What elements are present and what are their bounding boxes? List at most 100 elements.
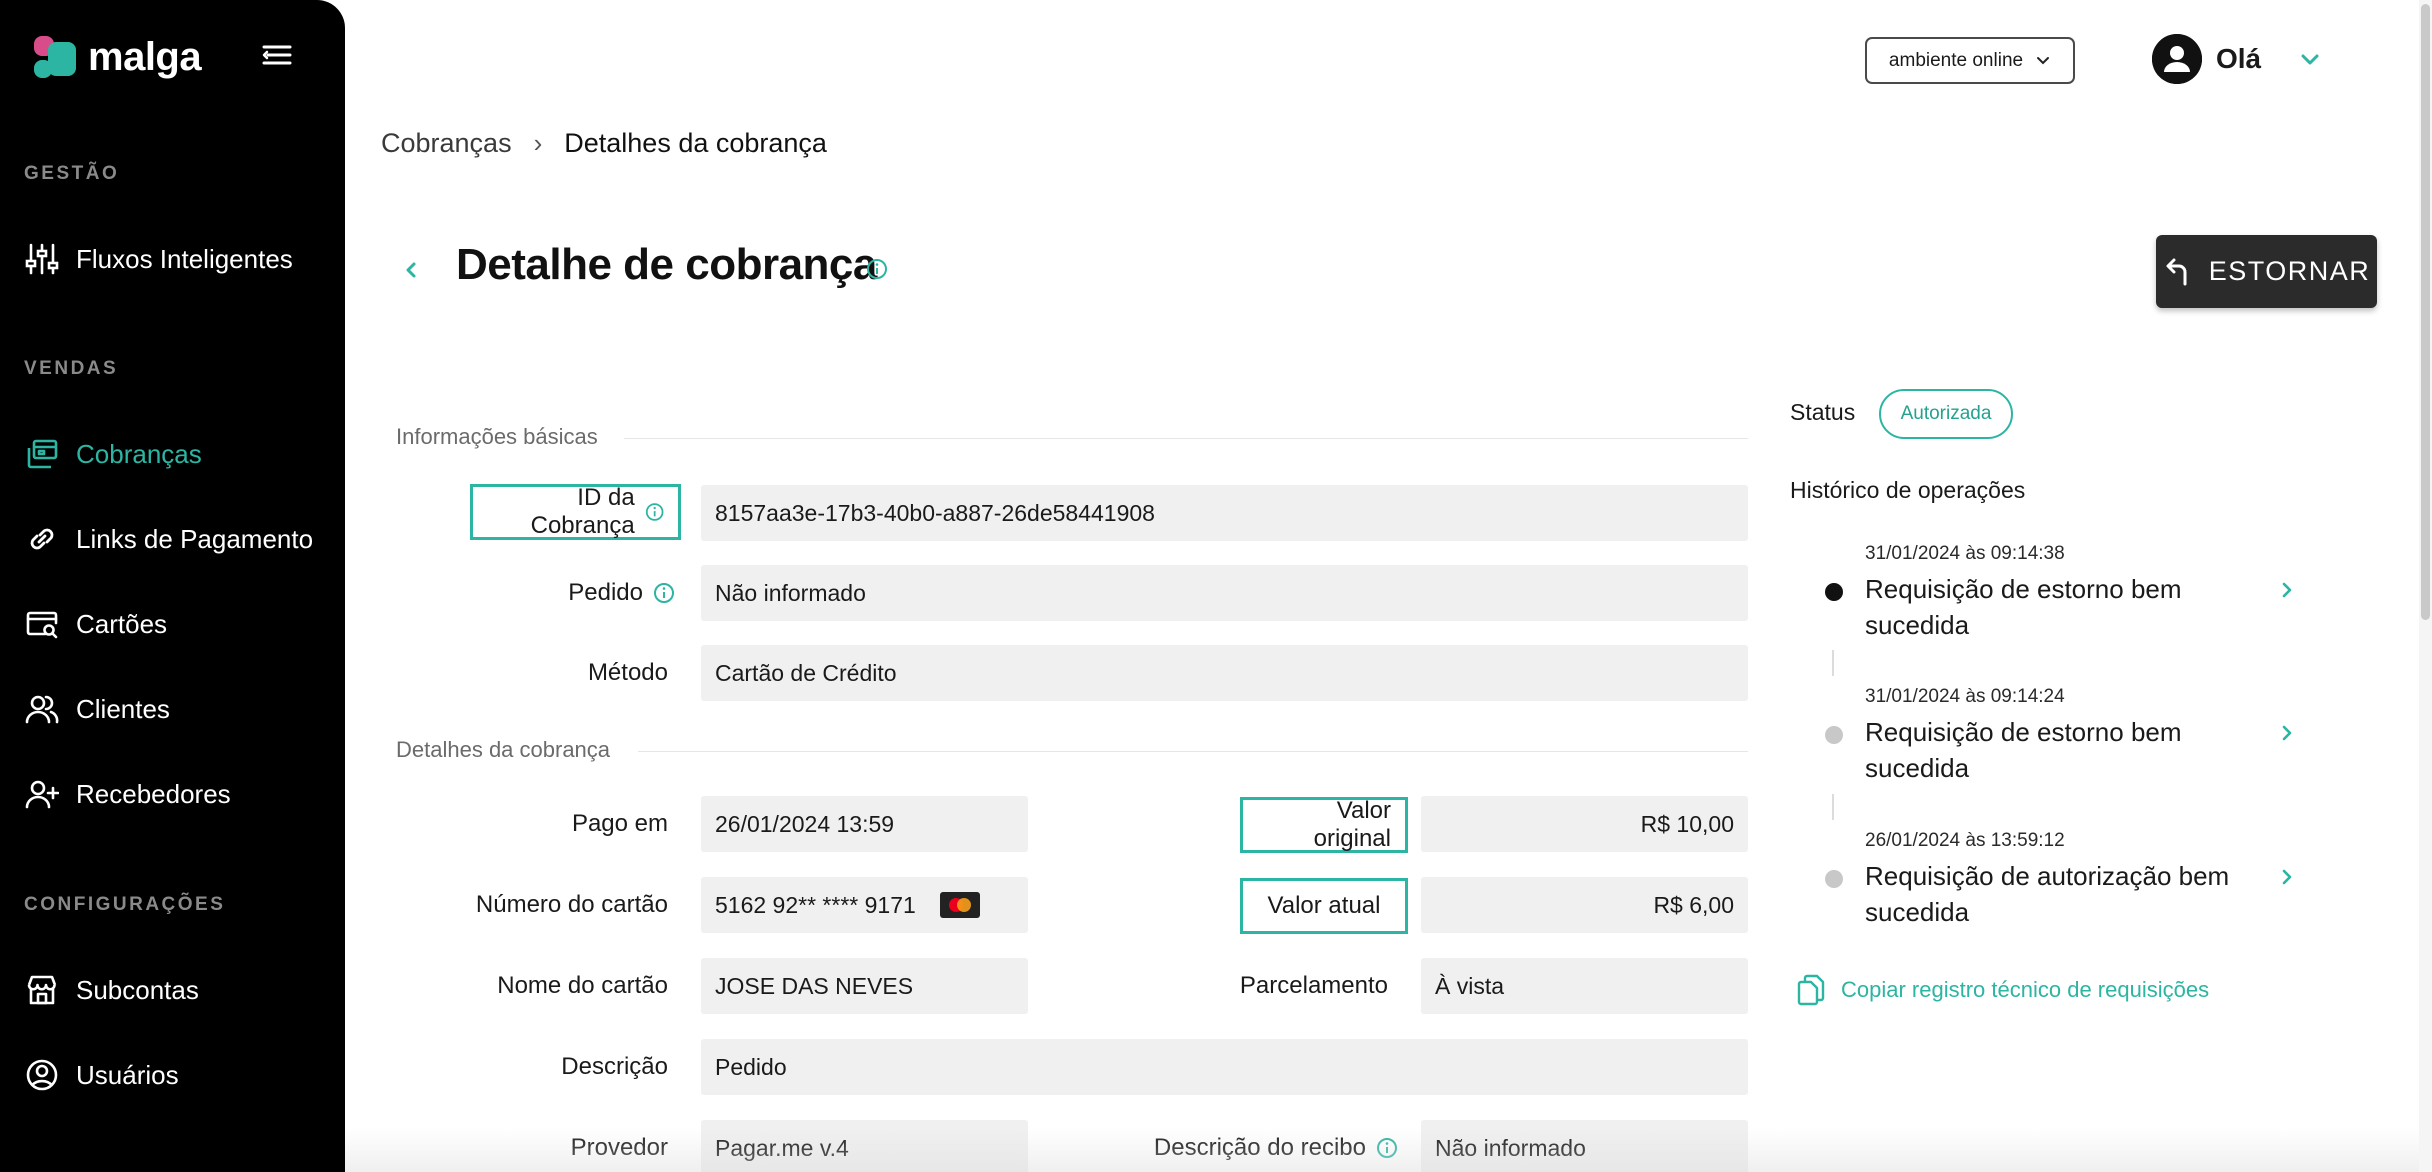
order-label: Pedido bbox=[470, 565, 675, 621]
copy-icon bbox=[1797, 974, 1825, 1006]
current-amount-field[interactable]: R$ 6,00 bbox=[1421, 877, 1748, 933]
breadcrumb-current: Detalhes da cobrança bbox=[564, 128, 827, 158]
title-info-icon[interactable] bbox=[866, 258, 888, 280]
method-label: Método bbox=[470, 645, 668, 701]
chevron-left-icon bbox=[406, 262, 416, 278]
breadcrumb: Cobranças › Detalhes da cobrança bbox=[381, 128, 827, 159]
history-item-date: 31/01/2024 às 09:14:24 bbox=[1865, 686, 2065, 707]
card-number-value: 5162 92** **** 9171 bbox=[715, 891, 916, 918]
original-amount-field[interactable]: R$ 10,00 bbox=[1421, 796, 1748, 852]
breadcrumb-cobrancas-link[interactable]: Cobranças bbox=[381, 128, 512, 159]
sidebar-item-label: Fluxos Inteligentes bbox=[76, 243, 293, 274]
timeline-connector bbox=[1832, 794, 1834, 820]
card-name-field[interactable]: JOSE DAS NEVES bbox=[701, 958, 1028, 1014]
timeline-connector bbox=[1832, 650, 1834, 676]
sidebar-item-clientes[interactable]: Clientes bbox=[24, 683, 324, 735]
page-scrollbar[interactable] bbox=[2419, 0, 2432, 1172]
description-field[interactable]: Pedido bbox=[701, 1039, 1748, 1095]
paid-at-field[interactable]: 26/01/2024 13:59 bbox=[701, 796, 1028, 852]
status-badge: Autorizada bbox=[1879, 389, 2013, 439]
info-icon[interactable] bbox=[645, 501, 664, 523]
sliders-icon bbox=[24, 241, 60, 277]
page-title: Detalhe de cobrança bbox=[456, 240, 877, 289]
provider-label-text: Provedor bbox=[570, 1134, 668, 1161]
order-field[interactable]: Não informado bbox=[701, 565, 1748, 621]
sidebar-section-configuracoes: CONFIGURAÇÕES bbox=[24, 894, 226, 915]
sidebar-item-label: Clientes bbox=[76, 693, 170, 724]
user-menu[interactable]: Olá bbox=[2152, 34, 2261, 84]
menu-toggle-button[interactable] bbox=[258, 40, 294, 70]
history-item[interactable]: 26/01/2024 às 13:59:12 Requisição de aut… bbox=[1800, 830, 2300, 940]
sidebar-item-usuarios[interactable]: Usuários bbox=[24, 1049, 324, 1101]
card-number-label-text: Número do cartão bbox=[475, 891, 668, 918]
sidebar-item-label: Cartões bbox=[76, 608, 168, 639]
sidebar-item-fluxos[interactable]: Fluxos Inteligentes bbox=[24, 233, 324, 285]
card-name-label: Nome do cartão bbox=[420, 958, 668, 1014]
copy-link-label: Copiar registro técnico de requisições bbox=[1841, 977, 2210, 1002]
breadcrumb-separator-icon: › bbox=[533, 128, 543, 158]
method-label-text: Método bbox=[587, 659, 668, 686]
logo[interactable]: malga bbox=[34, 34, 202, 80]
copy-technical-log-link[interactable]: Copiar registro técnico de requisições bbox=[1795, 974, 2209, 1006]
original-amount-label: Valor original bbox=[1240, 797, 1408, 853]
receipt-description-field[interactable]: Não informado bbox=[1421, 1120, 1748, 1172]
sidebar-item-recebedores[interactable]: Recebedores bbox=[24, 768, 324, 820]
section-title-charge-details: Detalhes da cobrança bbox=[396, 737, 611, 762]
history-item-text: Requisição de estorno bem sucedida bbox=[1865, 717, 2182, 783]
timeline-dot-icon bbox=[1825, 726, 1843, 744]
user-avatar-icon bbox=[2152, 34, 2202, 84]
chevron-down-icon bbox=[2301, 54, 2319, 65]
environment-select[interactable]: ambiente online bbox=[1865, 37, 2075, 84]
sidebar-item-label: Subcontas bbox=[76, 974, 199, 1005]
mastercard-icon bbox=[939, 892, 980, 918]
status-label: Status bbox=[1790, 399, 1856, 425]
card-name-label-text: Nome do cartão bbox=[497, 972, 668, 999]
users-icon bbox=[24, 691, 60, 727]
scrollbar-thumb[interactable] bbox=[2421, 4, 2430, 620]
link-icon bbox=[24, 521, 60, 557]
refund-button[interactable]: ESTORNAR bbox=[2156, 235, 2377, 308]
sidebar-item-cartoes[interactable]: Cartões bbox=[24, 598, 324, 650]
undo-arrow-icon bbox=[2166, 258, 2187, 285]
chevron-right-icon bbox=[2282, 869, 2292, 885]
method-field[interactable]: Cartão de Crédito bbox=[701, 645, 1748, 701]
store-icon bbox=[24, 972, 60, 1008]
section-divider bbox=[624, 438, 1748, 439]
malga-logo-icon bbox=[34, 36, 76, 78]
order-label-text: Pedido bbox=[568, 579, 643, 606]
section-title-basic-info: Informações básicas bbox=[396, 424, 598, 449]
sidebar-item-cobrancas[interactable]: Cobranças bbox=[24, 428, 324, 480]
current-amount-label-text: Valor atual bbox=[1267, 892, 1381, 919]
sidebar-item-links[interactable]: Links de Pagamento bbox=[24, 513, 324, 565]
sidebar: malga GESTÃO Fluxos Inteligentes VENDAS … bbox=[0, 0, 345, 1172]
history-item[interactable]: 31/01/2024 às 09:14:38 Requisição de est… bbox=[1800, 543, 2300, 653]
history-item-date: 31/01/2024 às 09:14:38 bbox=[1865, 543, 2065, 564]
user-menu-toggle[interactable] bbox=[2296, 46, 2324, 74]
installments-label-text: Parcelamento bbox=[1239, 972, 1388, 999]
chevron-right-icon bbox=[2282, 725, 2292, 741]
history-item[interactable]: 31/01/2024 às 09:14:24 Requisição de est… bbox=[1800, 686, 2300, 796]
current-amount-label: Valor atual bbox=[1240, 878, 1408, 934]
provider-field[interactable]: Pagar.me v.4 bbox=[701, 1120, 1028, 1172]
chevron-right-icon bbox=[2282, 582, 2292, 598]
environment-value: ambiente online bbox=[1888, 49, 2024, 71]
charges-icon bbox=[24, 436, 60, 472]
paid-at-label: Pago em bbox=[420, 796, 668, 852]
card-number-field[interactable]: 5162 92** **** 9171 bbox=[701, 877, 1028, 933]
user-plus-icon bbox=[24, 776, 60, 812]
info-icon[interactable] bbox=[1376, 1137, 1398, 1159]
charge-id-field[interactable]: 8157aa3e-17b3-40b0-a887-26de58441908 bbox=[701, 485, 1748, 541]
sidebar-section-vendas: VENDAS bbox=[24, 358, 119, 379]
paid-at-label-text: Pago em bbox=[571, 810, 668, 837]
sidebar-item-subcontas[interactable]: Subcontas bbox=[24, 964, 324, 1016]
installments-field[interactable]: À vista bbox=[1421, 958, 1748, 1014]
info-icon[interactable] bbox=[653, 582, 675, 604]
back-button[interactable] bbox=[395, 252, 427, 288]
refund-button-label: ESTORNAR bbox=[2208, 256, 2371, 286]
chevron-down-icon bbox=[2037, 56, 2050, 64]
provider-label: Provedor bbox=[420, 1120, 668, 1172]
user-circle-icon bbox=[24, 1057, 60, 1093]
receipt-description-label-text: Descrição do recibo bbox=[1153, 1134, 1366, 1161]
avatar bbox=[2152, 34, 2202, 84]
sidebar-item-label: Recebedores bbox=[76, 778, 231, 809]
